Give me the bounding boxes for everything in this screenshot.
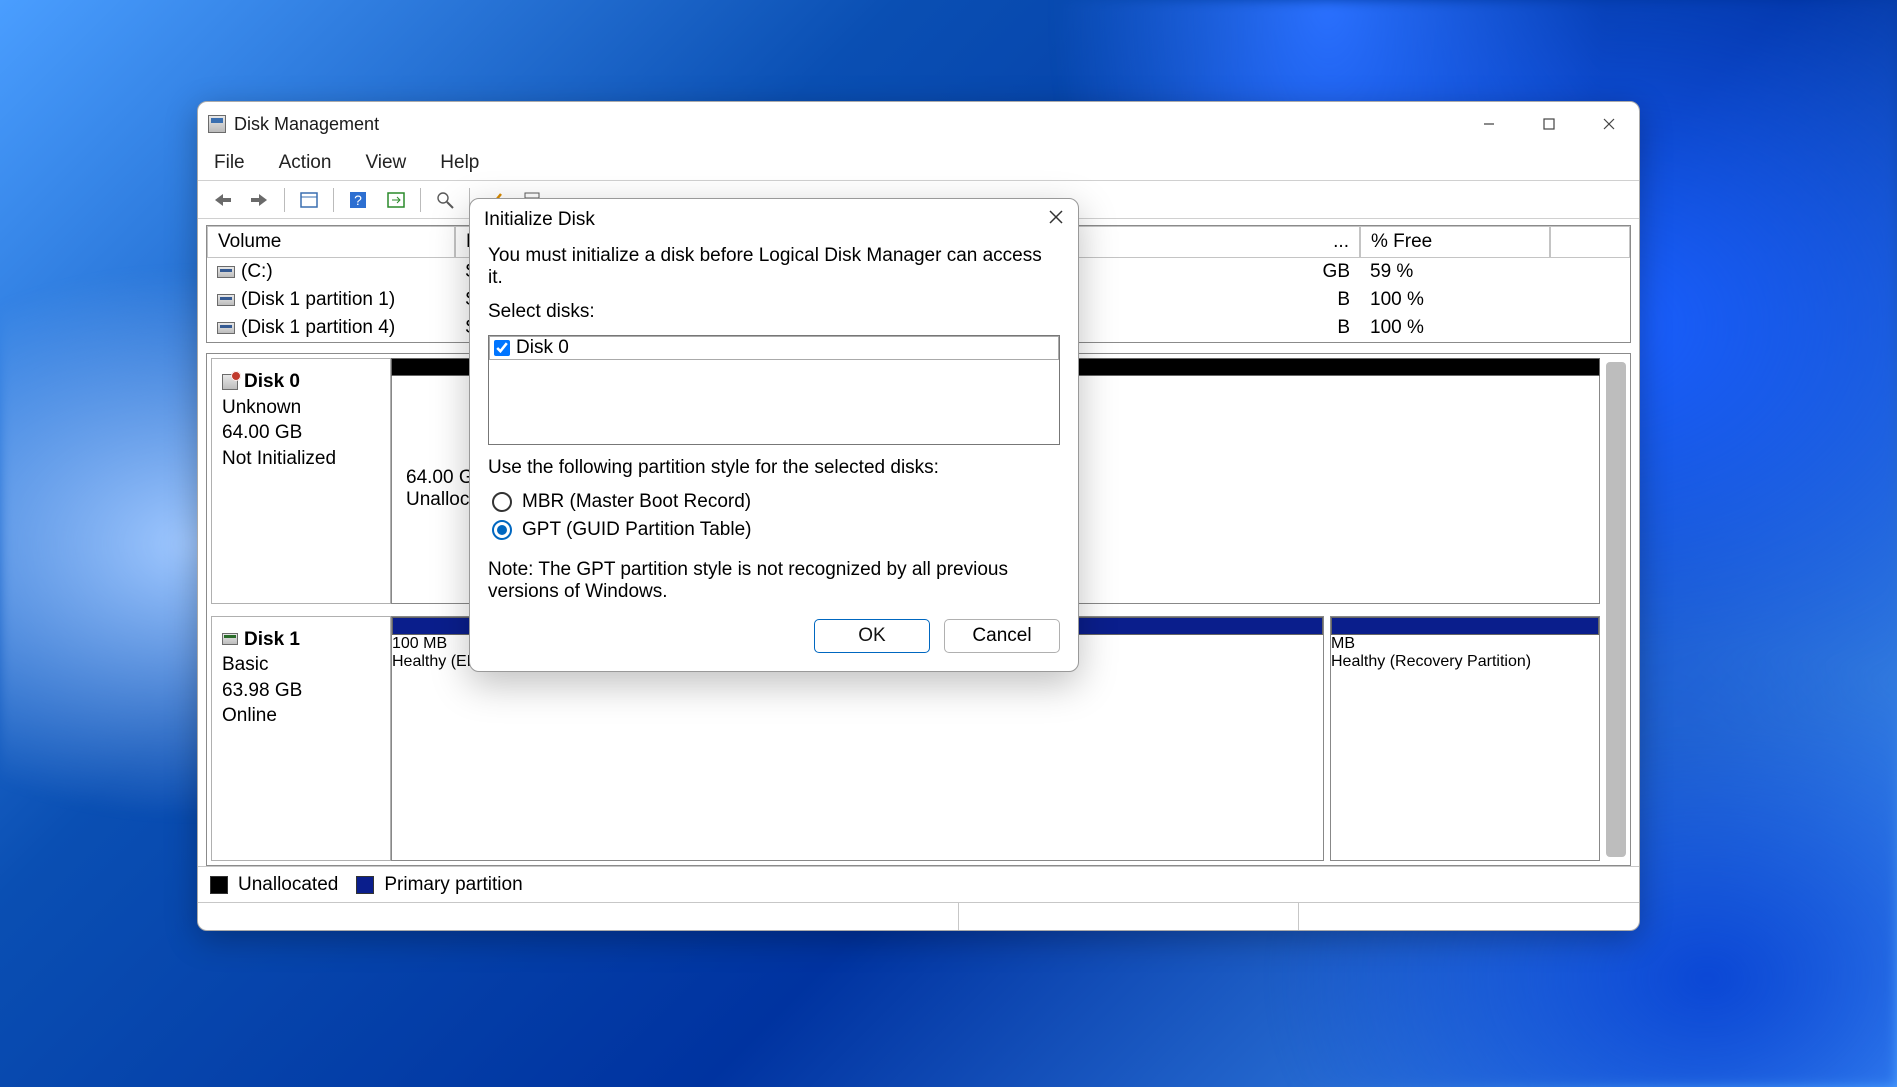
settings-icon[interactable] <box>431 186 459 214</box>
disk-online-icon <box>222 633 238 645</box>
select-disks-label: Select disks: <box>488 301 1060 323</box>
refresh-icon[interactable] <box>382 186 410 214</box>
disk0-summary[interactable]: Disk 0 Unknown 64.00 GB Not Initialized <box>211 358 391 604</box>
disk1-partition-4[interactable]: MB Healthy (Recovery Partition) <box>1330 616 1600 862</box>
window-controls <box>1459 102 1639 146</box>
disk0-checkbox[interactable] <box>494 340 510 356</box>
menu-help[interactable]: Help <box>434 150 485 176</box>
back-button[interactable] <box>208 186 236 214</box>
legend: Unallocated Primary partition <box>198 866 1639 902</box>
ok-button[interactable]: OK <box>814 619 930 653</box>
statusbar <box>198 902 1639 930</box>
help-icon[interactable]: ? <box>344 186 372 214</box>
col-end[interactable] <box>1550 226 1630 258</box>
properties-icon[interactable] <box>295 186 323 214</box>
disk-listbox[interactable]: Disk 0 <box>488 335 1060 445</box>
col-pctfree[interactable]: % Free <box>1360 226 1550 258</box>
dialog-note: Note: The GPT partition style is not rec… <box>488 559 1060 603</box>
primary-stripe <box>1331 617 1599 635</box>
dialog-titlebar: Initialize Disk <box>470 199 1078 241</box>
menubar: File Action View Help <box>198 146 1639 181</box>
volume-icon <box>217 322 235 334</box>
volume-icon <box>217 294 235 306</box>
disk-management-icon <box>208 115 226 133</box>
forward-button[interactable] <box>246 186 274 214</box>
minimize-button[interactable] <box>1459 102 1519 146</box>
close-button[interactable] <box>1579 102 1639 146</box>
initialize-disk-dialog: Initialize Disk You must initialize a di… <box>469 198 1079 672</box>
dialog-close-button[interactable] <box>1048 209 1064 231</box>
volume-icon <box>217 266 235 278</box>
col-volume[interactable]: Volume <box>207 226 455 258</box>
window-title: Disk Management <box>234 114 379 135</box>
menu-view[interactable]: View <box>359 150 412 176</box>
dialog-message: You must initialize a disk before Logica… <box>488 245 1060 289</box>
radio-gpt[interactable]: GPT (GUID Partition Table) <box>488 519 1060 541</box>
partition-style-label: Use the following partition style for th… <box>488 457 1060 479</box>
maximize-button[interactable] <box>1519 102 1579 146</box>
disk-checkbox-row[interactable]: Disk 0 <box>489 336 1059 360</box>
svg-text:?: ? <box>354 192 362 208</box>
radio-icon <box>492 520 512 540</box>
menu-action[interactable]: Action <box>273 150 338 176</box>
radio-icon <box>492 492 512 512</box>
scrollbar[interactable] <box>1606 362 1626 857</box>
legend-swatch-primary <box>356 876 374 894</box>
disk-uninitialized-icon <box>222 374 238 390</box>
dialog-title: Initialize Disk <box>484 209 595 231</box>
disk1-summary[interactable]: Disk 1 Basic 63.98 GB Online <box>211 616 391 862</box>
radio-mbr[interactable]: MBR (Master Boot Record) <box>488 491 1060 513</box>
menu-file[interactable]: File <box>208 150 251 176</box>
titlebar: Disk Management <box>198 102 1639 146</box>
cancel-button[interactable]: Cancel <box>944 619 1060 653</box>
dialog-buttons: OK Cancel <box>470 605 1078 671</box>
legend-swatch-unallocated <box>210 876 228 894</box>
disk-management-window: Disk Management File Action View Help ? <box>197 101 1640 931</box>
